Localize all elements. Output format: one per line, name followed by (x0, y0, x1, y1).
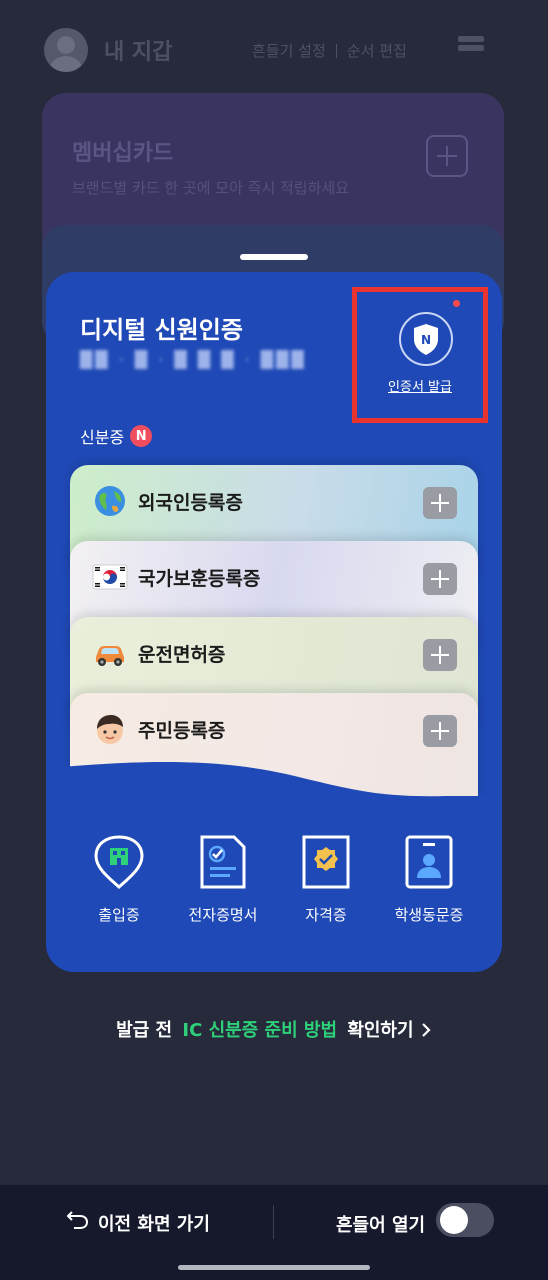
undo-arrow-icon (66, 1209, 90, 1236)
ic-id-guide-link[interactable]: 발급 전 IC 신분증 준비 방법 확인하기 (0, 1016, 548, 1042)
masked-id-text: ██ · █ · █ █ █ · ███ (80, 350, 307, 369)
guide-suffix: 확인하기 (347, 1020, 414, 1041)
shortcut-label: 자격증 (305, 906, 347, 924)
divider (273, 1205, 274, 1239)
add-icon[interactable] (423, 639, 457, 671)
new-badge: N (130, 425, 153, 447)
globe-icon (92, 483, 128, 519)
shake-settings-link[interactable]: 흔들기 설정 (252, 40, 326, 61)
membership-card-title: 멤버십카드 (72, 141, 174, 166)
id-card-name: 운전면허증 (138, 644, 226, 666)
building-pin-icon (94, 835, 144, 890)
cert-issue-button[interactable]: N 인증서 발급 (352, 287, 488, 423)
add-icon[interactable] (423, 487, 457, 519)
id-card-name: 외국인등록증 (138, 492, 243, 514)
shortcut-label: 전자증명서 (188, 906, 258, 924)
shield-icon: N (399, 312, 453, 366)
bottom-bar: 이전 화면 가기 흔들어 열기 (0, 1185, 548, 1280)
divider (335, 43, 337, 58)
shortcut-row: 출입증 전자증명서 자격증 학생동문증 (46, 834, 502, 934)
shortcut-qualification[interactable]: 자격증 (271, 834, 381, 925)
shake-open-toggle[interactable] (436, 1203, 494, 1237)
notification-dot (453, 300, 460, 307)
student-id-icon (405, 835, 453, 889)
back-button-label: 이전 화면 가기 (98, 1213, 210, 1235)
shortcut-access-pass[interactable]: 출입증 (64, 834, 174, 925)
shortcut-e-certificate[interactable]: 전자증명서 (168, 834, 278, 925)
shortcut-label: 출입증 (98, 906, 140, 924)
home-indicator[interactable] (178, 1265, 370, 1270)
cert-issue-label: 인증서 발급 (388, 380, 452, 395)
id-section-label: 신분증 N (80, 424, 153, 448)
add-membership-icon (426, 135, 468, 177)
digital-id-title: 디지털 신원인증 (80, 316, 243, 344)
car-icon (92, 635, 128, 671)
person-face-icon (92, 711, 128, 747)
add-icon[interactable] (423, 715, 457, 747)
wallet-header: 내 지갑 흔들기 설정 순서 편집 (0, 0, 548, 100)
certificate-badge-icon (302, 835, 350, 889)
toggle-knob (440, 1206, 468, 1234)
add-icon[interactable] (423, 563, 457, 595)
drag-handle[interactable] (240, 254, 308, 260)
korean-flag-icon (92, 559, 128, 595)
shake-open-label: 흔들어 열기 (336, 1215, 426, 1236)
avatar[interactable] (44, 28, 88, 72)
shortcut-student-id[interactable]: 학생동문증 (374, 834, 484, 925)
chevron-right-icon (420, 1020, 432, 1041)
wallet-menu-icon[interactable] (458, 36, 484, 60)
shortcut-label: 학생동문증 (394, 906, 464, 924)
document-check-icon (200, 835, 246, 889)
guide-prefix: 발급 전 (116, 1020, 173, 1041)
shield-letter: N (421, 333, 431, 347)
membership-card-subtitle: 브랜드별 카드 한 곳에 모아 즉시 적립하세요 (72, 179, 350, 197)
id-card-name: 국가보훈등록증 (138, 568, 261, 590)
digital-id-card: 디지털 신원인증 ██ · █ · █ █ █ · ███ N 인증서 발급 신… (46, 272, 502, 972)
id-section-text: 신분증 (80, 428, 125, 447)
header-links: 흔들기 설정 순서 편집 (252, 40, 407, 61)
reorder-link[interactable]: 순서 편집 (347, 40, 407, 61)
guide-highlight: IC 신분증 준비 방법 (182, 1020, 338, 1041)
back-button[interactable]: 이전 화면 가기 (66, 1209, 210, 1236)
page-title: 내 지갑 (104, 40, 173, 65)
id-card-name: 주민등록증 (138, 720, 226, 742)
